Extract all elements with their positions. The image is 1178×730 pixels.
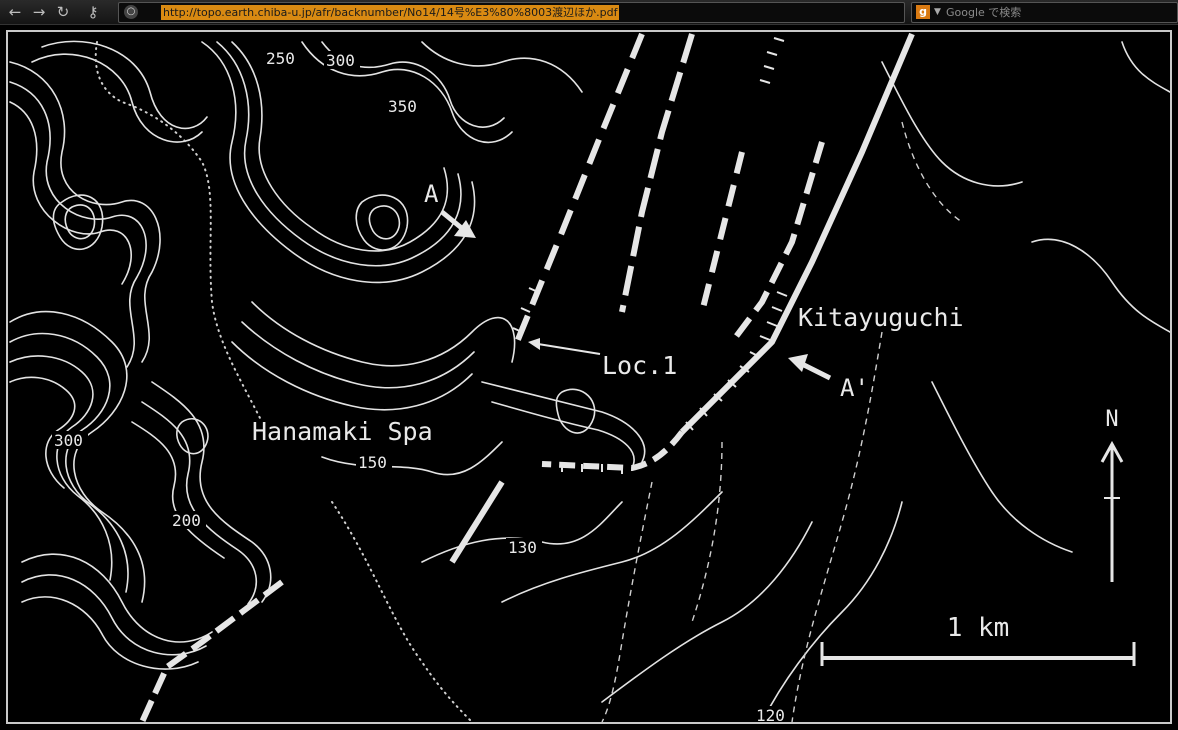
contour-label: 120 xyxy=(756,706,785,722)
contour-labels: 250 300 350 300 200 150 130 120 xyxy=(52,49,790,722)
key-icon[interactable]: ⚷ xyxy=(82,2,104,22)
contour-label: 300 xyxy=(54,431,83,450)
fault-line xyxy=(699,151,745,313)
north-arrow: N xyxy=(1100,407,1124,582)
contour-line xyxy=(9,81,147,368)
fault-tick xyxy=(685,291,788,431)
loc1-pointer-head xyxy=(528,338,540,350)
contour-line xyxy=(251,301,516,367)
address-bar-url[interactable]: http://topo.earth.chiba-u.jp/afr/backnum… xyxy=(161,5,620,20)
contour-line xyxy=(931,381,1073,553)
contour-line xyxy=(1031,238,1170,333)
contour-line xyxy=(368,205,401,240)
fault-line xyxy=(449,480,505,564)
reload-icon[interactable]: ↻ xyxy=(52,2,74,22)
contour-line xyxy=(9,332,129,593)
contour-line xyxy=(9,355,113,581)
contour-line xyxy=(231,341,473,411)
loc1-pointer-line xyxy=(537,343,601,355)
dashed-contour xyxy=(691,441,723,623)
contour-line xyxy=(321,441,503,476)
contour-line xyxy=(21,553,213,643)
fault-line xyxy=(541,430,685,472)
fault-lines xyxy=(139,32,915,722)
search-box[interactable]: g ▼ xyxy=(911,2,1178,23)
place-label-hanamaki-spa: Hanamaki Spa xyxy=(252,417,433,446)
contour-label: 300 xyxy=(326,51,355,70)
globe-icon: ○ xyxy=(124,5,138,19)
contour-line xyxy=(9,101,132,285)
contour-line xyxy=(761,501,903,722)
fault-line xyxy=(514,32,645,344)
section-label-a-prime: A' xyxy=(840,374,869,402)
search-input[interactable] xyxy=(946,3,1171,22)
contour-line xyxy=(21,596,199,670)
dotted-line xyxy=(331,501,473,722)
contour-line xyxy=(151,381,272,603)
place-label-kitayuguchi: Kitayuguchi xyxy=(798,303,964,332)
forward-arrow-icon[interactable]: → xyxy=(28,2,50,22)
dashed-contours xyxy=(601,121,963,722)
contour-line xyxy=(1121,41,1170,93)
contour-label: 150 xyxy=(358,453,387,472)
google-logo-icon[interactable]: g xyxy=(916,5,930,19)
contour-line xyxy=(141,401,257,605)
section-label-a: A xyxy=(424,180,439,208)
dashed-contour xyxy=(601,481,653,722)
map-drawing: N 1 km Hanamaki Spa Kitayuguchi Loc.1 A … xyxy=(9,32,1170,722)
scale-label: 1 km xyxy=(947,613,1010,643)
north-label: N xyxy=(1105,407,1118,432)
place-label-loc1: Loc.1 xyxy=(602,351,677,380)
back-arrow-icon[interactable]: ← xyxy=(4,2,26,22)
scale-bar: 1 km xyxy=(820,613,1136,666)
fault-line xyxy=(619,33,695,313)
contour-label: 200 xyxy=(172,511,201,530)
arrow-a-prime-shaft xyxy=(800,361,832,381)
contour-line xyxy=(9,61,161,363)
topographic-map: N 1 km Hanamaki Spa Kitayuguchi Loc.1 A … xyxy=(6,30,1172,724)
contour-label: 250 xyxy=(266,49,295,68)
contour-label: 350 xyxy=(388,97,417,116)
contour-line xyxy=(491,401,635,469)
dropdown-caret-icon[interactable]: ▼ xyxy=(934,5,941,20)
browser-toolbar: ← → ↻ ⚷ ○ http://topo.earth.chiba-u.jp/a… xyxy=(0,0,1178,25)
contour-line xyxy=(421,41,583,93)
fault-line xyxy=(679,32,915,435)
contour-label: 130 xyxy=(508,538,537,557)
fault-line xyxy=(139,579,284,722)
fault-tick xyxy=(759,37,785,84)
contour-line xyxy=(555,388,596,434)
address-bar[interactable]: ○ http://topo.earth.chiba-u.jp/afr/backn… xyxy=(118,2,905,23)
contour-line xyxy=(601,521,813,703)
arrow-a-prime-head xyxy=(788,354,808,372)
